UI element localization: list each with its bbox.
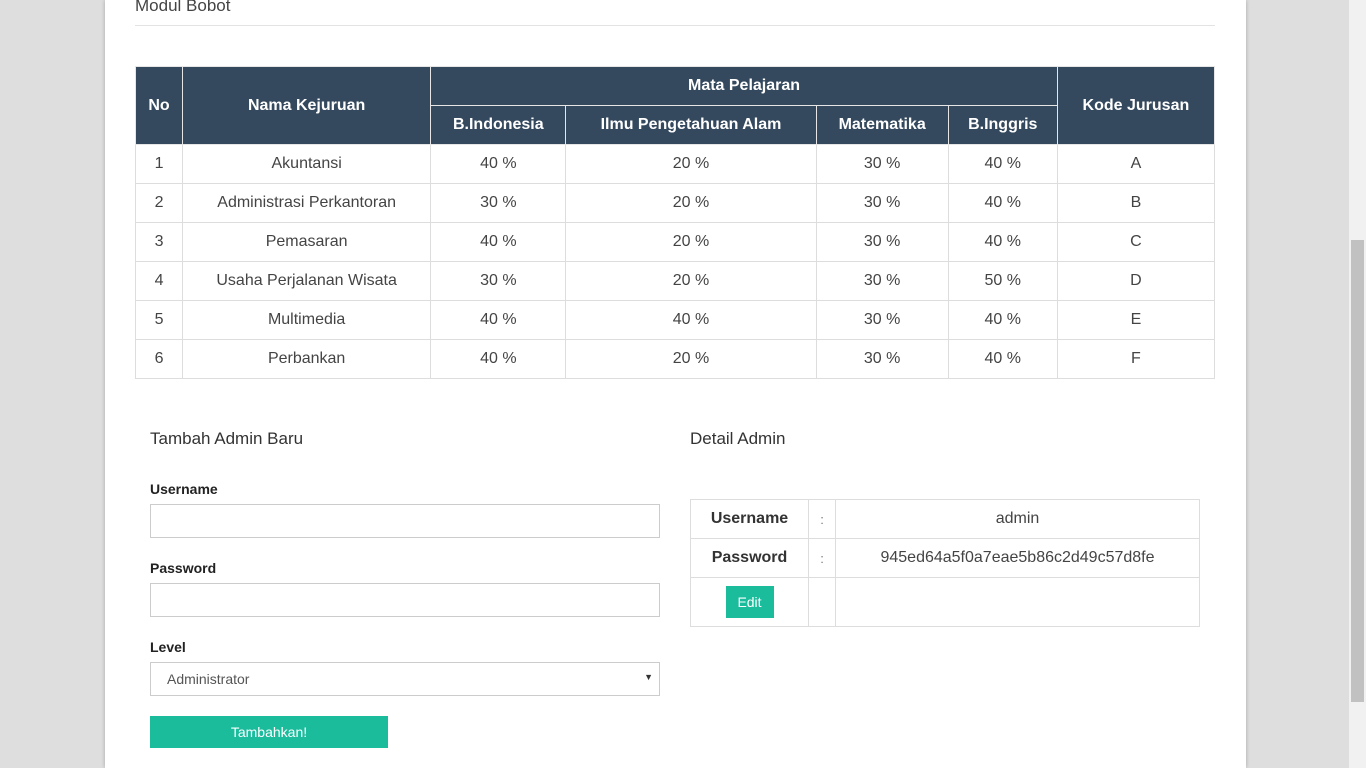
level-select[interactable]: Administrator ▼ <box>150 662 660 696</box>
cell-binggris: 40 % <box>947 183 1058 223</box>
cell-nama: Pemasaran <box>182 222 432 262</box>
add-admin-title: Tambah Admin Baru <box>150 429 304 448</box>
detail-password-value: 945ed64a5f0a7eae5b86c2d49c57d8fe <box>835 538 1200 578</box>
detail-separator: : <box>808 538 836 578</box>
cell-binggris: 40 % <box>947 222 1058 262</box>
weights-table: No Nama Kejuruan Mata Pelajaran Kode Jur… <box>134 66 1216 379</box>
cell-nama: Administrasi Perkantoran <box>182 183 432 223</box>
detail-empty-cell <box>835 577 1200 627</box>
level-selected-value: Administrator <box>167 671 250 687</box>
cell-binggris: 40 % <box>947 339 1058 379</box>
cell-matematika: 30 % <box>815 300 949 340</box>
cell-no: 2 <box>134 183 184 223</box>
header-subject-binggris: B.Inggris <box>947 105 1058 145</box>
table-row: 1 Akuntansi 40 % 20 % 30 % 40 % A <box>134 144 1216 184</box>
cell-binggris: 40 % <box>947 144 1058 184</box>
detail-admin-table: Username : admin Password : 945ed64a5f0a… <box>690 499 1200 627</box>
password-input[interactable] <box>150 583 660 617</box>
header-subject-matematika: Matematika <box>815 105 949 145</box>
cell-bindonesia: 40 % <box>430 339 567 379</box>
table-row: 2 Administrasi Perkantoran 30 % 20 % 30 … <box>134 183 1216 223</box>
detail-username-label: Username <box>690 499 809 539</box>
detail-admin-title: Detail Admin <box>690 429 786 448</box>
cell-kode: E <box>1056 300 1216 340</box>
cell-nama: Usaha Perjalanan Wisata <box>182 261 432 301</box>
username-input[interactable] <box>150 504 660 538</box>
detail-row-username: Username : admin <box>690 499 1200 539</box>
vertical-scrollbar[interactable] <box>1349 0 1366 768</box>
module-title: Modul Bobot <box>135 0 1215 26</box>
cell-matematika: 30 % <box>815 339 949 379</box>
cell-no: 5 <box>134 300 184 340</box>
cell-bindonesia: 40 % <box>430 222 567 262</box>
cell-ipa: 20 % <box>565 261 817 301</box>
cell-ipa: 20 % <box>565 339 817 379</box>
detail-empty-cell <box>808 577 836 627</box>
cell-nama: Akuntansi <box>182 144 432 184</box>
cell-matematika: 30 % <box>815 222 949 262</box>
cell-no: 4 <box>134 261 184 301</box>
cell-kode: D <box>1056 261 1216 301</box>
detail-username-value: admin <box>835 499 1200 539</box>
content-panel: Modul Bobot No Nama Kejuruan Mata Pelaja… <box>105 0 1246 768</box>
table-row: 4 Usaha Perjalanan Wisata 30 % 20 % 30 %… <box>134 261 1216 301</box>
detail-edit-cell: Edit <box>690 577 809 627</box>
cell-binggris: 40 % <box>947 300 1058 340</box>
table-row: 3 Pemasaran 40 % 20 % 30 % 40 % C <box>134 222 1216 262</box>
cell-nama: Perbankan <box>182 339 432 379</box>
header-mata-pelajaran: Mata Pelajaran <box>430 66 1058 106</box>
cell-kode: B <box>1056 183 1216 223</box>
level-label: Level <box>150 639 186 655</box>
cell-matematika: 30 % <box>815 183 949 223</box>
cell-kode: A <box>1056 144 1216 184</box>
detail-password-label: Password <box>690 538 809 578</box>
header-subject-ipa: Ilmu Pengetahuan Alam <box>565 105 817 145</box>
cell-bindonesia: 30 % <box>430 183 567 223</box>
cell-bindonesia: 40 % <box>430 300 567 340</box>
cell-no: 6 <box>134 339 184 379</box>
caret-down-icon: ▼ <box>644 672 653 682</box>
cell-ipa: 20 % <box>565 222 817 262</box>
cell-no: 1 <box>134 144 184 184</box>
password-label: Password <box>150 560 217 576</box>
detail-separator: : <box>808 499 836 539</box>
cell-bindonesia: 40 % <box>430 144 567 184</box>
scrollbar-thumb[interactable] <box>1351 240 1364 702</box>
cell-matematika: 30 % <box>815 261 949 301</box>
cell-no: 3 <box>134 222 184 262</box>
cell-bindonesia: 30 % <box>430 261 567 301</box>
cell-ipa: 20 % <box>565 144 817 184</box>
edit-button[interactable]: Edit <box>725 586 774 618</box>
cell-kode: F <box>1056 339 1216 379</box>
cell-kode: C <box>1056 222 1216 262</box>
detail-row-password: Password : 945ed64a5f0a7eae5b86c2d49c57d… <box>690 538 1200 578</box>
table-row: 6 Perbankan 40 % 20 % 30 % 40 % F <box>134 339 1216 379</box>
detail-row-actions: Edit <box>690 577 1200 627</box>
header-no: No <box>134 66 184 145</box>
cell-ipa: 40 % <box>565 300 817 340</box>
cell-ipa: 20 % <box>565 183 817 223</box>
tambahkan-button[interactable]: Tambahkan! <box>150 716 388 748</box>
header-subject-bindonesia: B.Indonesia <box>430 105 567 145</box>
header-kode-jurusan: Kode Jurusan <box>1056 66 1216 145</box>
table-row: 5 Multimedia 40 % 40 % 30 % 40 % E <box>134 300 1216 340</box>
cell-nama: Multimedia <box>182 300 432 340</box>
cell-binggris: 50 % <box>947 261 1058 301</box>
username-label: Username <box>150 481 218 497</box>
header-nama-kejuruan: Nama Kejuruan <box>182 66 432 145</box>
cell-matematika: 30 % <box>815 144 949 184</box>
